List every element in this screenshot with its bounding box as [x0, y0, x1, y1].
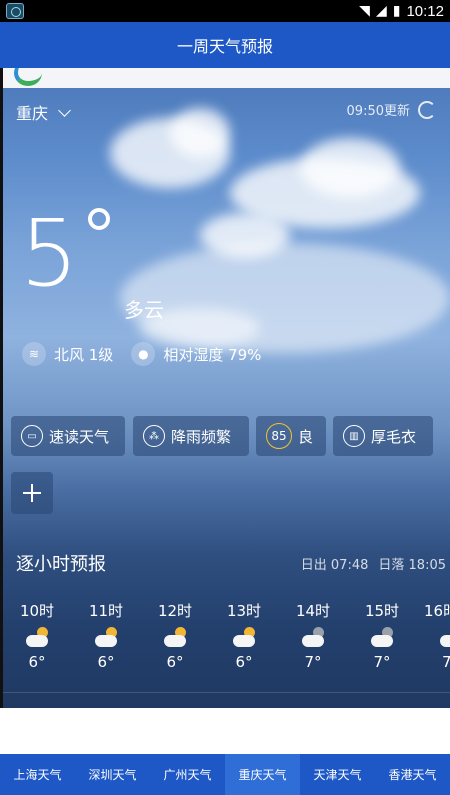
tab-hongkong[interactable]: 香港天气 [375, 754, 450, 795]
card-label: 降雨频繁 [171, 427, 232, 446]
update-info: 09:50更新 [347, 100, 436, 119]
logo-strip [0, 68, 450, 88]
cloud-decoration [170, 108, 230, 158]
left-edge [0, 68, 3, 708]
aqi-icon: 85 [266, 423, 292, 449]
partly-cloudy-icon [231, 627, 257, 647]
cloudy-icon [300, 627, 326, 647]
card-rain[interactable]: ⁂ 降雨频繁 [133, 416, 249, 456]
status-bar: ◥ ◢ ▮ 10:12 [0, 0, 450, 22]
sunrise-time: 日出 07:48 [300, 558, 369, 573]
wind-info: ≋ 北风 1级 [22, 342, 113, 366]
tab-guangzhou[interactable]: 广州天气 [150, 754, 225, 795]
hour-item: 13时 6° [219, 600, 269, 671]
app-notification-icon [6, 3, 24, 19]
hour-temp: 6° [235, 653, 253, 671]
hour-temp: 6° [28, 653, 46, 671]
water-drop-icon: ● [131, 342, 156, 366]
chevron-down-icon [58, 103, 71, 117]
card-label: 速读天气 [49, 427, 110, 446]
hour-time: 16时 [424, 602, 450, 620]
hour-item: 10时 6° [12, 600, 62, 671]
page-title: 一周天气预报 [176, 37, 273, 56]
hour-time: 11时 [88, 602, 124, 620]
cloud-decoration [300, 138, 400, 198]
hourly-title: 逐小时预报 [16, 554, 106, 575]
partly-cloudy-icon [24, 627, 50, 647]
hour-time: 15时 [364, 602, 400, 620]
partly-cloudy-icon [93, 627, 119, 647]
city-name: 重庆 [16, 104, 49, 123]
tab-tianjin[interactable]: 天津天气 [300, 754, 375, 795]
rain-icon: ⁂ [143, 425, 165, 447]
hour-temp: 6° [166, 653, 184, 671]
weather-panel: 重庆 09:50更新 5 多云 ≋ 北风 1级 ● 相对湿度 79% ▭ 速读天… [0, 68, 450, 708]
city-selector[interactable]: 重庆 [16, 100, 71, 124]
partly-cloudy-icon [162, 627, 188, 647]
status-time: 10:12 [406, 2, 444, 20]
hour-temp: 6° [97, 653, 115, 671]
hour-time: 10时 [19, 602, 55, 620]
cloudy-icon [438, 631, 450, 647]
card-label: 厚毛衣 [371, 427, 417, 446]
app-logo-icon [14, 68, 42, 86]
update-time: 09:50更新 [346, 104, 410, 119]
book-icon: ▭ [21, 425, 43, 447]
hour-item: 15时 7° [357, 600, 407, 671]
hour-time: 12时 [157, 602, 193, 620]
divider [0, 692, 450, 693]
city-tab-bar: 上海天气 深圳天气 广州天气 重庆天气 天津天气 香港天气 [0, 754, 450, 795]
card-quick-read[interactable]: ▭ 速读天气 [11, 416, 125, 456]
sun-times: 日出 07:48 日落 18:05 [301, 554, 446, 573]
hour-temp: 7° [304, 653, 322, 671]
tab-chongqing[interactable]: 重庆天气 [225, 754, 300, 795]
refresh-icon[interactable] [418, 100, 436, 119]
hour-item: 16时 7° [424, 600, 450, 671]
hour-time: 13时 [226, 602, 262, 620]
battery-icon: ▮ [392, 3, 401, 19]
hour-item: 12时 6° [150, 600, 200, 671]
degree-icon [88, 208, 110, 230]
coat-icon: ▥ [343, 425, 365, 447]
wind-icon: ≋ [22, 342, 46, 366]
hourly-forecast[interactable]: 10时 6° 11时 6° 12时 6° 13时 6° 14时 7° 15时 7… [0, 600, 450, 690]
hour-temp: 7° [442, 653, 450, 671]
title-bar: 一周天气预报 [0, 22, 450, 68]
sunset-time: 日落 18:05 [378, 558, 446, 573]
signal-icon: ◢ [375, 3, 387, 19]
hour-time: 14时 [295, 602, 331, 620]
card-clothing[interactable]: ▥ 厚毛衣 [333, 416, 433, 456]
tab-shanghai[interactable]: 上海天气 [0, 754, 75, 795]
tab-shenzhen[interactable]: 深圳天气 [75, 754, 150, 795]
add-card-button[interactable] [11, 472, 53, 514]
humidity-info: ● 相对湿度 79% [131, 342, 261, 366]
card-air-quality[interactable]: 85 良 [256, 416, 326, 456]
card-label: 良 [298, 427, 314, 446]
wind-text: 北风 1级 [54, 345, 114, 364]
weather-condition: 多云 [124, 298, 164, 322]
current-temperature: 5 [20, 200, 79, 307]
weather-meta: ≋ 北风 1级 ● 相对湿度 79% [22, 342, 261, 366]
hour-item: 11时 6° [81, 600, 131, 671]
cloudy-icon [369, 627, 395, 647]
status-icons: ◥ ◢ ▮ 10:12 [359, 3, 444, 20]
wifi-icon: ◥ [359, 3, 370, 19]
hour-temp: 7° [373, 653, 391, 671]
humidity-text: 相对湿度 79% [163, 345, 262, 364]
hour-item: 14时 7° [288, 600, 338, 671]
